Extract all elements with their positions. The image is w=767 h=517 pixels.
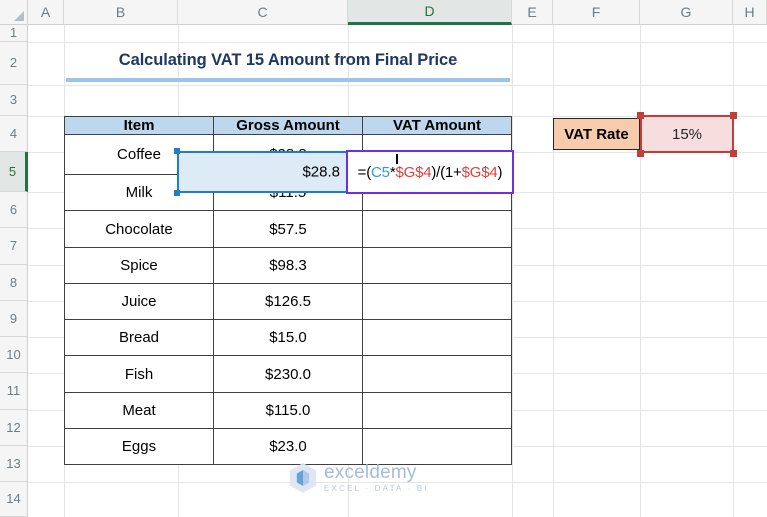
row-header-3[interactable]: 3	[0, 85, 27, 116]
cell-vat-amount[interactable]	[362, 428, 512, 465]
row-header-1[interactable]: 1	[0, 25, 27, 42]
column-header-gross-amount: Gross Amount	[213, 116, 363, 135]
column-header-c[interactable]: C	[178, 0, 348, 24]
cell-item[interactable]: Eggs	[64, 428, 214, 465]
cell-gross-amount[interactable]: $23.0	[213, 428, 363, 465]
gridline-horizontal	[28, 42, 767, 43]
page-title: Calculating VAT 15 Amount from Final Pri…	[118, 51, 458, 69]
formula-token: )/(1+	[431, 163, 462, 181]
select-all-corner-button[interactable]	[0, 0, 28, 24]
text-caret	[396, 154, 398, 164]
gridline-vertical	[733, 25, 734, 517]
column-header-strip: ABCDEFGH	[0, 0, 767, 25]
formula-token: =(	[357, 163, 372, 181]
formula-token: )	[497, 163, 503, 181]
table-row[interactable]: Juice $126.5	[64, 283, 512, 320]
cell-item[interactable]: Bread	[64, 319, 214, 356]
cell-gross-amount[interactable]: $126.5	[213, 283, 363, 320]
cell-gross-amount[interactable]: $15.0	[213, 319, 363, 356]
cell-c5-value: $28.8	[302, 163, 340, 181]
table-row[interactable]: Meat $115.0	[64, 392, 512, 429]
column-header-a[interactable]: A	[28, 0, 64, 24]
table-header-row: Item Gross Amount VAT Amount	[64, 116, 512, 135]
cell-vat-amount[interactable]	[362, 355, 512, 393]
selection-handle[interactable]	[730, 112, 737, 119]
formula-edit-cell-d5[interactable]: =(C5*$G$4)/(1+$G$4)	[346, 150, 514, 194]
vat-rate-value-cell[interactable]: 15%	[640, 115, 734, 153]
row-header-7[interactable]: 7	[0, 228, 27, 265]
cell-gross-amount[interactable]: $98.3	[213, 247, 363, 284]
cell-gross-amount[interactable]: $57.5	[213, 210, 363, 248]
spreadsheet-canvas: 1 2 3 4 5 6 7 8 9 10 11 12 13 14 A B C D E F G H Calculating …	[0, 0, 767, 517]
column-header-f[interactable]: F	[553, 0, 640, 24]
gridline-vertical	[512, 25, 513, 517]
row-header-12[interactable]: 12	[0, 410, 27, 446]
reference-handle[interactable]	[174, 190, 180, 196]
column-header-e[interactable]: E	[512, 0, 553, 24]
selection-handle[interactable]	[730, 150, 737, 157]
formula-token: $G$4	[461, 163, 498, 181]
cell-gross-amount[interactable]: $230.0	[213, 355, 363, 393]
column-header-d[interactable]: D	[348, 0, 512, 25]
vat-rate-label: VAT Rate	[553, 118, 640, 150]
referenced-cell-c5[interactable]: $28.8	[177, 151, 349, 193]
selection-handle[interactable]	[637, 112, 644, 119]
table-row[interactable]: Bread $15.0	[64, 319, 512, 356]
gridline-horizontal	[28, 85, 767, 86]
cell-vat-amount[interactable]	[362, 283, 512, 320]
column-header-vat-amount: VAT Amount	[362, 116, 512, 135]
gridline-vertical	[553, 25, 554, 517]
cell-gross-amount[interactable]: $115.0	[213, 392, 363, 429]
table-row[interactable]: Fish $230.0	[64, 355, 512, 393]
row-header-8[interactable]: 8	[0, 265, 27, 301]
cell-item[interactable]: Spice	[64, 247, 214, 284]
row-header-11[interactable]: 11	[0, 373, 27, 410]
formula-text: =(C5*$G$4)/(1+$G$4)	[358, 164, 503, 181]
row-header-4[interactable]: 4	[0, 116, 27, 152]
cell-item[interactable]: Fish	[64, 355, 214, 393]
cell-vat-amount[interactable]	[362, 210, 512, 248]
reference-handle[interactable]	[174, 148, 180, 154]
selection-handle[interactable]	[637, 150, 644, 157]
formula-token: $G$4	[395, 163, 432, 181]
cell-vat-amount[interactable]	[362, 392, 512, 429]
gridline-vertical	[640, 25, 641, 517]
row-header-14[interactable]: 14	[0, 482, 27, 517]
row-header-strip: 1 2 3 4 5 6 7 8 9 10 11 12 13 14	[0, 25, 28, 517]
row-header-9[interactable]: 9	[0, 301, 27, 337]
row-header-6[interactable]: 6	[0, 192, 27, 228]
cell-item[interactable]: Juice	[64, 283, 214, 320]
title-underline	[66, 78, 510, 82]
row-header-2[interactable]: 2	[0, 42, 27, 85]
row-header-10[interactable]: 10	[0, 337, 27, 373]
cell-vat-amount[interactable]	[362, 319, 512, 356]
gridline-horizontal	[28, 482, 767, 483]
cell-vat-amount[interactable]	[362, 247, 512, 284]
column-header-item: Item	[64, 116, 214, 135]
formula-token: C5	[371, 163, 390, 181]
table-row[interactable]: Spice $98.3	[64, 247, 512, 284]
cell-item[interactable]: Chocolate	[64, 210, 214, 248]
row-header-13[interactable]: 13	[0, 446, 27, 482]
table-row[interactable]: Chocolate $57.5	[64, 210, 512, 248]
column-header-b[interactable]: B	[64, 0, 178, 24]
column-header-g[interactable]: G	[640, 0, 733, 24]
row-header-5[interactable]: 5	[0, 152, 28, 192]
cell-item[interactable]: Meat	[64, 392, 214, 429]
table-row[interactable]: Eggs $23.0	[64, 428, 512, 465]
column-header-h[interactable]: H	[733, 0, 767, 24]
